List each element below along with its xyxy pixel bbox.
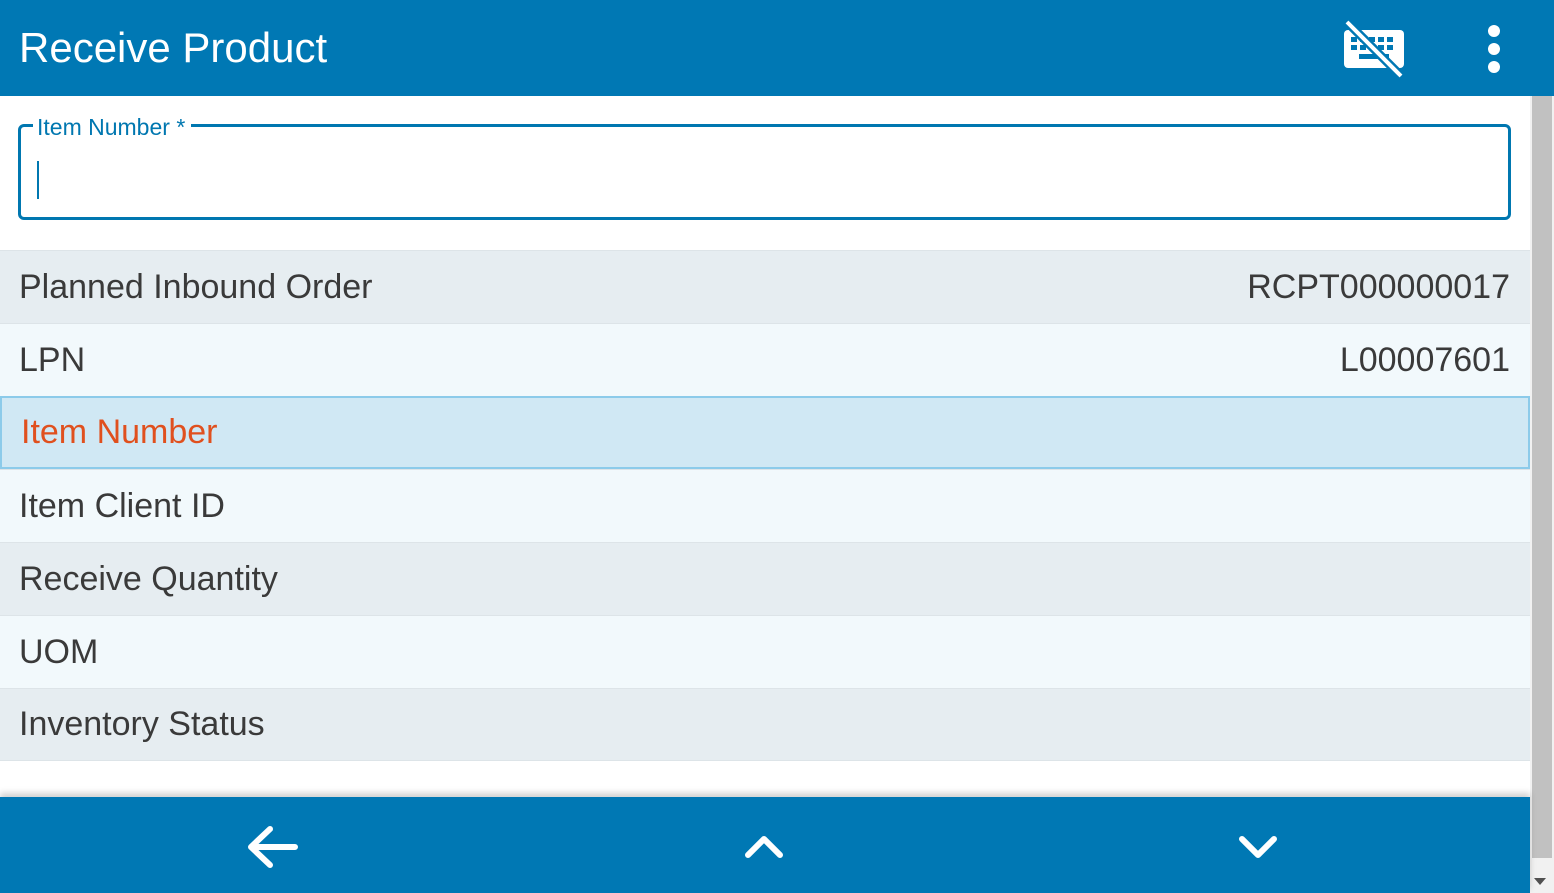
row-label: Planned Inbound Order (19, 267, 373, 306)
list-item-item-number[interactable]: Item Number (0, 396, 1530, 469)
row-value: RCPT000000017 (1247, 267, 1510, 306)
page-title: Receive Product (19, 24, 328, 71)
scroll-down-arrow-icon[interactable] (1534, 878, 1546, 885)
more-menu-button[interactable] (1470, 18, 1518, 80)
list-item-receive-quantity[interactable]: Receive Quantity (0, 542, 1530, 615)
list-item-inventory-status[interactable]: Inventory Status (0, 688, 1530, 761)
row-label: UOM (19, 632, 99, 671)
scrollbar-thumb[interactable] (1532, 96, 1552, 858)
list-item-item-client-id[interactable]: Item Client ID (0, 469, 1530, 542)
item-number-field[interactable]: Item Number * (18, 114, 1511, 220)
text-caret (37, 161, 39, 199)
app: Receive Product Item Number * Planned In… (0, 0, 1554, 893)
vertical-scrollbar[interactable] (1530, 96, 1554, 893)
list-item-lpn[interactable]: LPN L00007601 (0, 323, 1530, 396)
row-label: Receive Quantity (19, 559, 278, 598)
keyboard-toggle-button[interactable] (1337, 18, 1411, 80)
chevron-up-icon (745, 836, 783, 858)
keyboard-off-icon (1343, 18, 1405, 80)
header-bar: Receive Product (0, 0, 1554, 96)
next-field-button[interactable] (1223, 817, 1293, 877)
row-label: Inventory Status (19, 705, 265, 743)
more-vertical-icon (1488, 25, 1500, 73)
content-area: Item Number * Planned Inbound Order RCPT… (0, 96, 1530, 797)
list-item-planned-inbound-order[interactable]: Planned Inbound Order RCPT000000017 (0, 250, 1530, 323)
detail-list: Planned Inbound Order RCPT000000017 LPN … (0, 250, 1530, 761)
previous-field-button[interactable] (729, 817, 799, 877)
row-label: Item Client ID (19, 486, 225, 525)
item-number-field-label: Item Number * (33, 114, 192, 140)
list-item-uom[interactable]: UOM (0, 615, 1530, 688)
row-label: Item Number (21, 413, 218, 451)
chevron-down-icon (1239, 836, 1277, 858)
row-value: L00007601 (1339, 340, 1510, 379)
back-button[interactable] (237, 817, 307, 877)
bottom-nav-bar (0, 797, 1530, 893)
arrow-left-icon (248, 826, 298, 868)
row-label: LPN (19, 340, 86, 379)
item-number-input[interactable] (35, 153, 1485, 199)
